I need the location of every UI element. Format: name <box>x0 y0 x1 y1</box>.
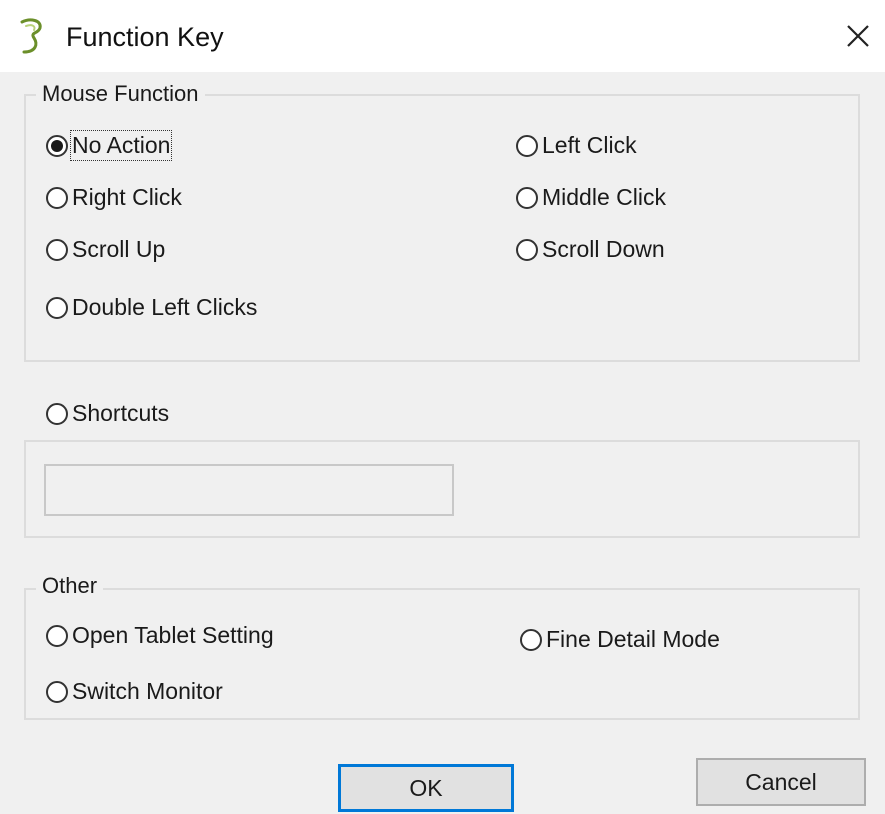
radio-indicator <box>516 134 538 157</box>
radio-label-no-action: No Action <box>69 130 173 161</box>
radio-no-action[interactable]: No Action <box>46 130 173 161</box>
mouse-function-legend: Mouse Function <box>36 80 205 108</box>
radio-middle-click[interactable]: Middle Click <box>516 184 666 211</box>
radio-label-scroll-up: Scroll Up <box>72 236 166 262</box>
radio-open-tablet-setting[interactable]: Open Tablet Setting <box>46 622 274 649</box>
radio-switch-monitor[interactable]: Switch Monitor <box>46 678 223 705</box>
radio-indicator <box>46 624 68 647</box>
radio-label-right-click: Right Click <box>72 184 182 210</box>
radio-double-left-clicks[interactable]: Double Left Clicks <box>46 294 257 321</box>
radio-label-middle-click: Middle Click <box>542 184 666 210</box>
radio-label-fine-detail-mode: Fine Detail Mode <box>546 626 720 652</box>
close-icon[interactable] <box>840 18 876 54</box>
radio-scroll-down[interactable]: Scroll Down <box>516 236 665 263</box>
ok-button[interactable]: OK <box>338 764 514 812</box>
radio-label-shortcuts: Shortcuts <box>72 400 170 426</box>
cancel-button[interactable]: Cancel <box>696 758 866 806</box>
radio-label-scroll-down: Scroll Down <box>542 236 665 262</box>
window-title: Function Key <box>66 22 224 52</box>
radio-indicator <box>46 134 68 157</box>
radio-indicator <box>46 238 68 261</box>
radio-left-click[interactable]: Left Click <box>516 132 637 159</box>
radio-indicator <box>46 296 68 319</box>
radio-label-open-tablet-setting: Open Tablet Setting <box>72 622 274 648</box>
radio-label-left-click: Left Click <box>542 132 637 158</box>
radio-label-switch-monitor: Switch Monitor <box>72 678 223 704</box>
dialog-body: Mouse Function No Action Left Click Righ… <box>0 72 885 814</box>
title-bar: Function Key <box>0 0 885 72</box>
radio-indicator <box>46 680 68 703</box>
radio-indicator <box>516 186 538 209</box>
radio-indicator <box>516 238 538 261</box>
radio-scroll-up[interactable]: Scroll Up <box>46 236 165 263</box>
pen-tablet-app-icon <box>20 18 42 54</box>
radio-indicator <box>520 628 542 651</box>
other-legend: Other <box>36 572 104 600</box>
radio-shortcuts[interactable]: Shortcuts <box>46 400 169 427</box>
radio-fine-detail-mode[interactable]: Fine Detail Mode <box>520 626 720 653</box>
shortcut-input[interactable] <box>44 464 454 516</box>
radio-right-click[interactable]: Right Click <box>46 184 182 211</box>
radio-label-double-left-clicks: Double Left Clicks <box>72 294 258 320</box>
radio-indicator <box>46 186 68 209</box>
radio-selected-dot <box>51 139 63 152</box>
radio-indicator <box>46 402 68 425</box>
